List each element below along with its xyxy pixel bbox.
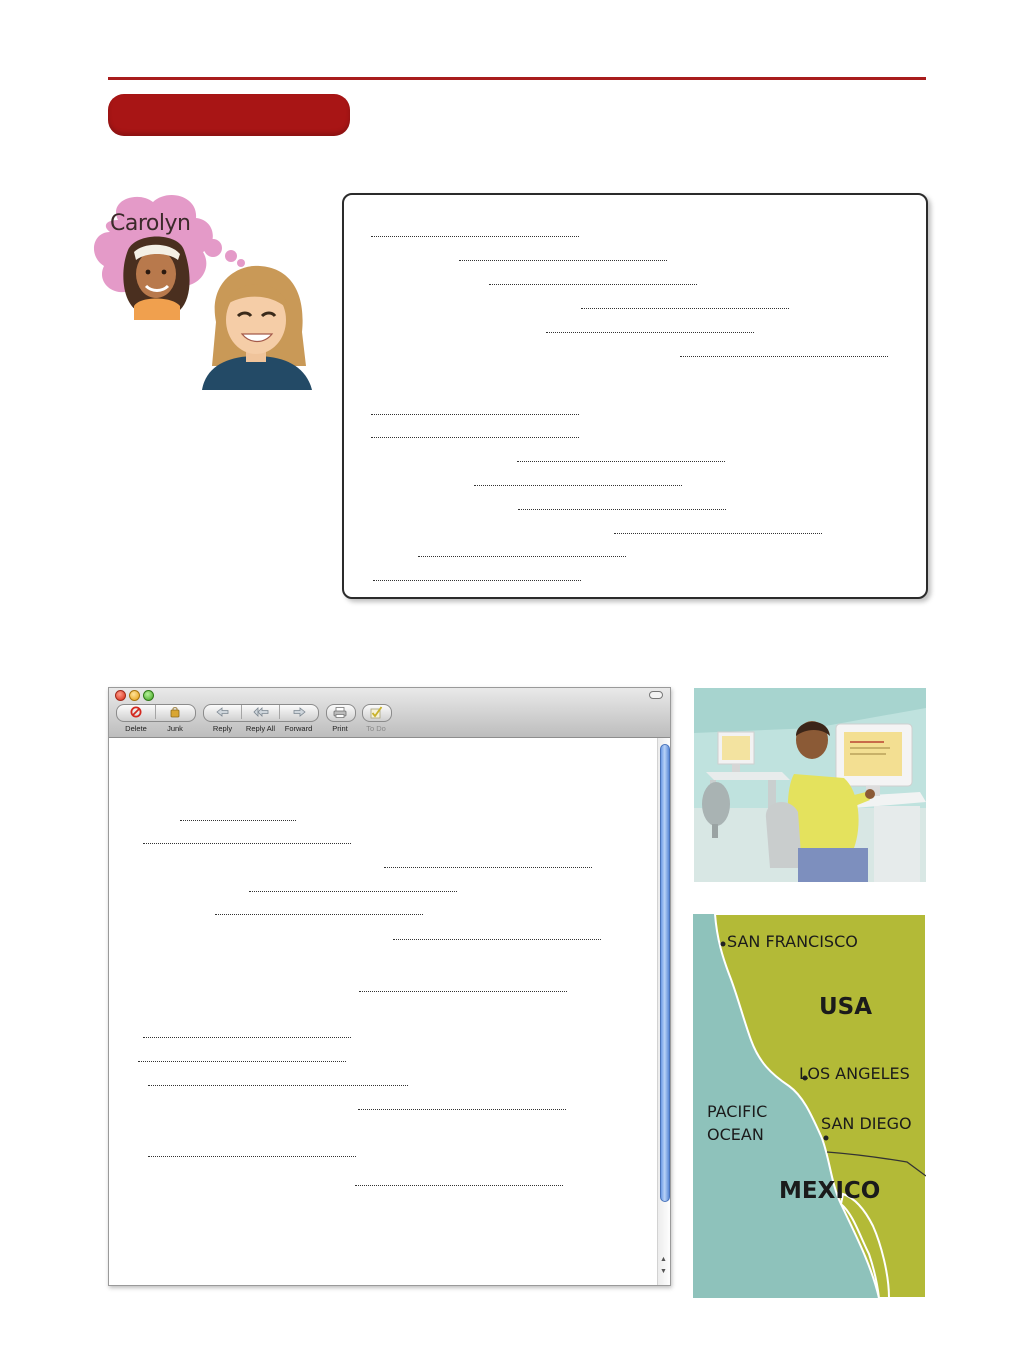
- text-box: [342, 193, 928, 599]
- mail-message-body[interactable]: [109, 738, 657, 1284]
- fill-in-line[interactable]: [680, 356, 888, 357]
- scroll-down-arrow-icon[interactable]: ▼: [660, 1268, 667, 1275]
- fill-in-line[interactable]: [517, 461, 725, 462]
- window-close-button[interactable]: [115, 690, 126, 701]
- delete-button[interactable]: [117, 704, 155, 720]
- forward-icon: [293, 707, 306, 717]
- mail-scrollbar[interactable]: ▲ ▼: [657, 738, 670, 1285]
- top-rule: [108, 77, 926, 80]
- delete-icon: [130, 706, 142, 718]
- forward-button[interactable]: [280, 704, 317, 720]
- print-button[interactable]: [326, 704, 354, 720]
- map-california-mexico: SAN FRANCISCO USA LOS ANGELES PACIFIC OC…: [693, 914, 926, 1298]
- reply-button[interactable]: [204, 704, 241, 720]
- fill-in-line[interactable]: [371, 236, 579, 237]
- todo-button[interactable]: [362, 704, 390, 720]
- fill-in-line[interactable]: [474, 485, 682, 486]
- fill-in-line[interactable]: [459, 260, 667, 261]
- print-label: Print: [332, 724, 348, 733]
- map-label-san-diego: SAN DIEGO: [821, 1114, 912, 1133]
- fill-in-line[interactable]: [358, 1109, 566, 1110]
- fill-in-line[interactable]: [143, 843, 351, 844]
- fill-in-line[interactable]: [418, 556, 626, 557]
- thought-bubble-name: Carolyn: [110, 211, 191, 236]
- print-icon: [333, 706, 347, 718]
- fill-in-line[interactable]: [614, 533, 822, 534]
- reply-all-icon: [252, 707, 268, 717]
- todo-label: To Do: [366, 724, 386, 733]
- fill-in-line[interactable]: [215, 914, 423, 915]
- map-label-usa: USA: [819, 994, 873, 1020]
- fill-in-line[interactable]: [355, 1185, 563, 1186]
- scroll-up-arrow-icon[interactable]: ▲: [660, 1256, 667, 1263]
- girl-illustration: [202, 265, 312, 390]
- forward-label: Forward: [284, 724, 313, 733]
- fill-in-line[interactable]: [518, 509, 726, 510]
- map-label-ocean: OCEAN: [707, 1125, 764, 1144]
- window-minimize-button[interactable]: [129, 690, 140, 701]
- reply-all-label: Reply All: [245, 724, 276, 733]
- scroll-thumb[interactable]: [660, 744, 670, 1202]
- map-label-mexico: MEXICO: [779, 1178, 881, 1204]
- reply-label: Reply: [212, 724, 233, 733]
- fill-in-line[interactable]: [148, 1085, 408, 1086]
- map-label-pacific: PACIFIC: [707, 1102, 768, 1121]
- reply-icon: [215, 707, 228, 717]
- mail-window: Delete Junk Reply Reply All Forward Prin…: [108, 687, 671, 1286]
- fill-in-line[interactable]: [393, 939, 601, 940]
- fill-in-line[interactable]: [384, 867, 592, 868]
- map-label-san-francisco: SAN FRANCISCO: [727, 932, 858, 951]
- fill-in-line[interactable]: [373, 580, 581, 581]
- office-illustration: [694, 688, 926, 882]
- fill-in-line[interactable]: [359, 991, 567, 992]
- fill-in-line[interactable]: [489, 284, 697, 285]
- fill-in-line[interactable]: [148, 1156, 356, 1157]
- fill-in-line[interactable]: [371, 437, 579, 438]
- fill-in-line[interactable]: [249, 891, 457, 892]
- junk-button[interactable]: [156, 704, 194, 720]
- fill-in-line[interactable]: [138, 1061, 346, 1062]
- window-zoom-button[interactable]: [143, 690, 154, 701]
- junk-icon: [170, 707, 180, 718]
- fill-in-line[interactable]: [546, 332, 754, 333]
- fill-in-line[interactable]: [371, 414, 579, 415]
- fill-in-line[interactable]: [143, 1037, 351, 1038]
- fill-in-line[interactable]: [581, 308, 789, 309]
- map-label-los-angeles: LOS ANGELES: [799, 1064, 910, 1083]
- section-header-pill: [108, 94, 350, 136]
- reply-all-button[interactable]: [242, 704, 279, 720]
- fill-in-line[interactable]: [180, 820, 296, 821]
- junk-label: Junk: [167, 724, 183, 733]
- todo-icon: [370, 705, 383, 718]
- toolbar-toggle-button[interactable]: [649, 691, 663, 699]
- delete-label: Delete: [125, 724, 147, 733]
- mail-toolbar: Delete Junk Reply Reply All Forward Prin…: [109, 688, 670, 738]
